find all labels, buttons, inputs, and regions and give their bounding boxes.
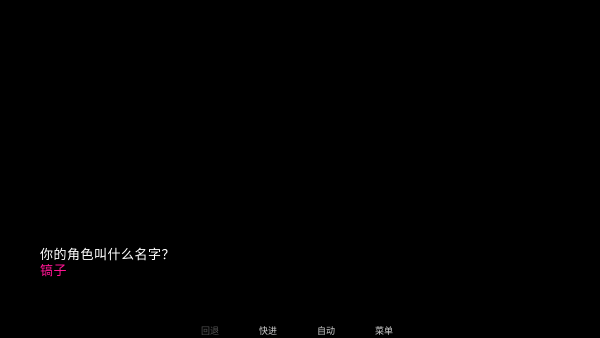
name-prompt-dialogue: 你的角色叫什么名字？ (40, 248, 560, 280)
quick-menu: 回退 快进 自动 菜单 (0, 326, 600, 338)
auto-button[interactable]: 自动 (317, 327, 335, 338)
character-name-input[interactable] (40, 264, 340, 280)
skip-button[interactable]: 快进 (259, 327, 277, 338)
back-button[interactable]: 回退 (201, 327, 219, 338)
name-prompt-text: 你的角色叫什么名字？ (40, 248, 176, 263)
game-screen: 你的角色叫什么名字？ 回退 快进 自动 菜单 (0, 0, 600, 338)
menu-button[interactable]: 菜单 (375, 327, 393, 338)
